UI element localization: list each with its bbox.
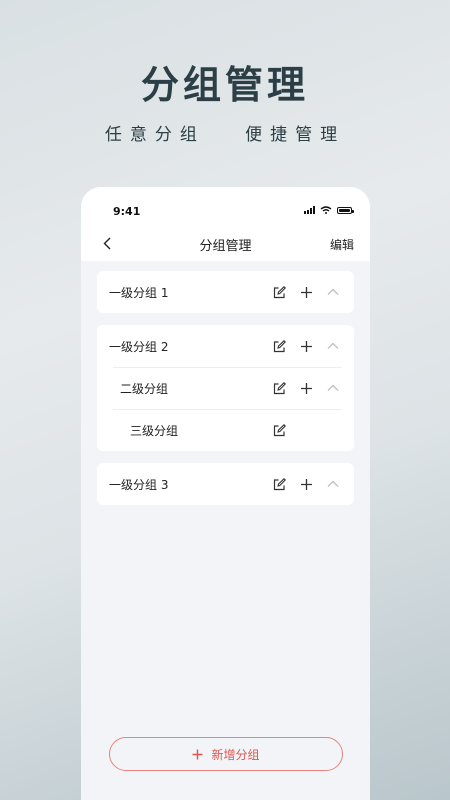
chevron-up-icon[interactable] [326,339,340,353]
chevron-up-icon[interactable] [326,285,340,299]
group-card: 一级分组 2 二级分组 三级分组 [97,325,354,451]
phone-screen: 9:41 分组管理 编辑 一级分组 1 一级分组 2 二级分组 三级分组 一级分… [81,187,370,800]
group-row[interactable]: 一级分组 3 [97,463,354,505]
status-icons [304,206,354,214]
group-card: 一级分组 1 [97,271,354,313]
edit-icon[interactable] [272,285,286,299]
edit-icon[interactable] [272,423,286,437]
subgroup-row[interactable]: 三级分组 [97,409,354,451]
group-label: 三级分组 [130,423,179,438]
wifi-icon [320,206,332,214]
promo-title: 分组管理 [140,63,309,107]
edit-icon[interactable] [272,381,286,395]
edit-button[interactable]: 编辑 [330,236,354,253]
group-row[interactable]: 一级分组 1 [97,271,354,313]
chevron-up-icon[interactable] [326,381,340,395]
plus-icon[interactable] [299,285,313,299]
group-row[interactable]: 一级分组 2 [97,325,354,367]
add-group-label: 新增分组 [211,747,260,762]
group-list: 一级分组 1 一级分组 2 二级分组 三级分组 一级分组 3 [81,261,370,505]
battery-icon [337,206,354,214]
status-bar: 9:41 [81,187,370,231]
plus-icon[interactable] [299,381,313,395]
group-card: 一级分组 3 [97,463,354,505]
page-title: 分组管理 [199,239,252,254]
chevron-up-icon[interactable] [326,477,340,491]
edit-icon[interactable] [272,339,286,353]
nav-bar: 分组管理 编辑 [81,231,370,261]
add-group-button[interactable]: 新增分组 [109,737,343,771]
promo-subtitle: 任意分组 便捷管理 [104,125,346,145]
signal-icon [304,206,315,214]
status-time: 9:41 [113,205,141,218]
edit-icon[interactable] [272,477,286,491]
subgroup-row[interactable]: 二级分组 [97,367,354,409]
plus-icon[interactable] [299,339,313,353]
plus-icon[interactable] [299,477,313,491]
plus-icon [192,749,203,759]
